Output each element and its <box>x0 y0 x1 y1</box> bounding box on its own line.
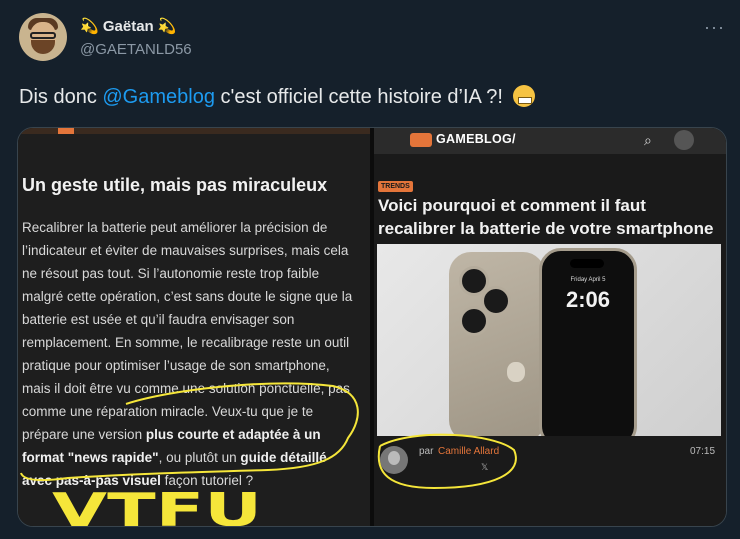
more-options-icon[interactable]: ··· <box>704 17 725 38</box>
avatar-beard <box>31 40 55 54</box>
yellow-annotation-scribble: VTFU <box>20 382 359 526</box>
user-handle[interactable]: @GAETANLD56 <box>80 41 192 58</box>
tweet-text-start: Dis donc <box>19 86 103 108</box>
tweet-text-end: c'est officiel cette histoire d’IA ?! <box>214 86 509 108</box>
tweet-text: Dis donc @Gameblog c'est officiel cette … <box>19 85 535 109</box>
display-name[interactable]: 💫 Gaëtan 💫 <box>80 17 177 35</box>
grimacing-face-emoji-icon <box>512 85 535 107</box>
mention-link[interactable]: @Gameblog <box>102 86 215 108</box>
handwritten-note: VTFU <box>52 483 262 526</box>
user-avatar[interactable] <box>19 13 67 61</box>
right-screenshot-panel: GAMEBLOG/ ⌕ TRENDS Voici pourquoi et com… <box>374 128 726 526</box>
yellow-author-circle <box>377 433 517 490</box>
left-screenshot-panel: Un geste utile, mais pas miraculeux Reca… <box>18 128 370 526</box>
tweet-media-image[interactable]: Un geste utile, mais pas miraculeux Reca… <box>17 127 727 527</box>
avatar-glasses <box>30 32 56 39</box>
